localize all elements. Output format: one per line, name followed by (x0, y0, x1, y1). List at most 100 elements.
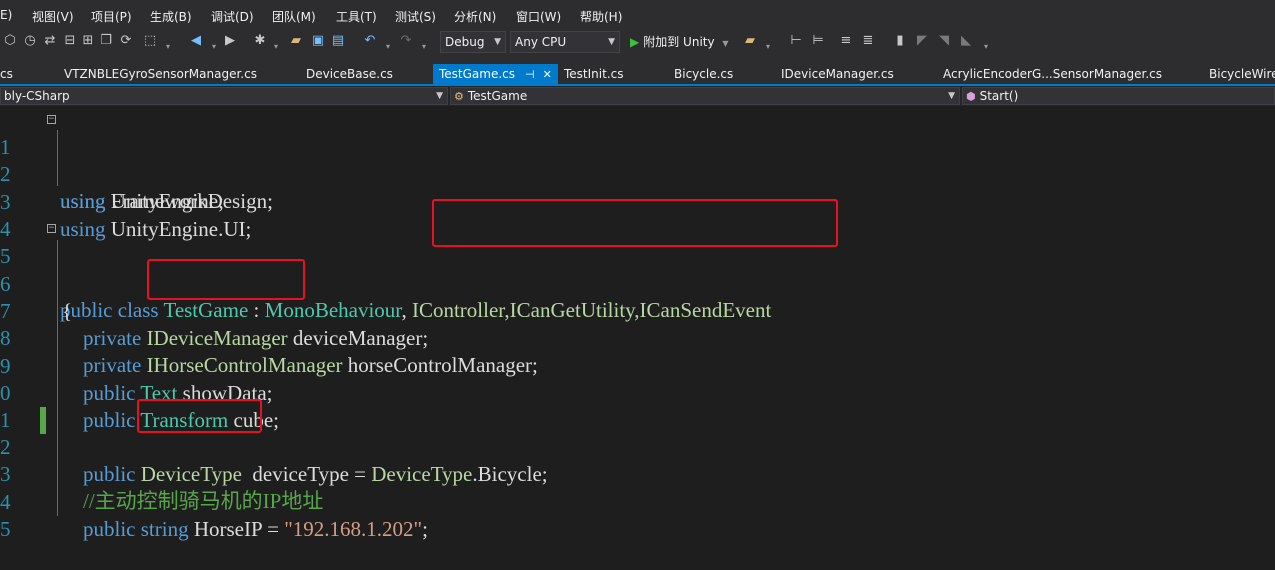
chevron-down-icon[interactable]: ▾ (206, 39, 222, 55)
menu-tools[interactable]: 工具(T) (336, 8, 377, 25)
new-item-icon[interactable]: ✱ (252, 33, 268, 49)
method-icon: ⬢ (966, 90, 976, 103)
chevron-down-icon[interactable]: ▾ (160, 39, 176, 55)
tab-active-label: TestGame.cs (439, 67, 516, 81)
chevron-down-icon: ▼ (722, 39, 729, 48)
tab-file[interactable]: DeviceBase.cs (306, 64, 393, 84)
menu-bar: E) 视图(V) 项目(P) 生成(B) 调试(D) 团队(M) 工具(T) 测… (0, 0, 1275, 30)
tab-file[interactable]: cs (0, 64, 13, 84)
menu-analyze[interactable]: 分析(N) (454, 8, 496, 25)
class-dropdown[interactable]: ⚙ TestGame ▼ (450, 87, 960, 105)
tab-active[interactable]: TestGame.cs ⊣ ✕ (433, 64, 558, 84)
chevron-down-icon[interactable]: ▾ (978, 39, 994, 55)
code-line: 1 − using UnityEngine; (0, 107, 1275, 214)
history-icon[interactable]: ◷ (22, 33, 38, 49)
document-tabs: cs VTZNBLEGyroSensorManager.cs DeviceBas… (0, 64, 1275, 84)
clear-bookmarks-icon[interactable]: ◣ (958, 33, 974, 49)
class-view-icon[interactable]: ⊢ (788, 33, 804, 49)
select-icon[interactable]: ⬚ (142, 33, 158, 49)
attach-label: 附加到 Unity (643, 35, 715, 49)
code-line: 3 using UnityEngine.UI; (0, 162, 1275, 241)
switch-icon[interactable]: ⇄ (42, 33, 58, 49)
keyword: string (140, 517, 189, 541)
project-label: bly-CSharp (4, 89, 70, 103)
next-bookmark-icon[interactable]: ◥ (936, 33, 952, 49)
chevron-down-icon[interactable]: ▾ (760, 39, 776, 55)
chevron-down-icon[interactable]: ▾ (416, 39, 432, 55)
class-label: TestGame (467, 89, 528, 103)
code-line: 0 public Transform cube; (0, 353, 1275, 432)
line-number: 5 (0, 517, 11, 541)
code-line: 5 (0, 489, 1275, 541)
commit-icon[interactable]: ⊞ (80, 33, 96, 49)
configuration-select[interactable]: Debug ▼ (440, 31, 506, 53)
highlight-box-idevicemanager (147, 259, 305, 300)
save-all-icon[interactable]: ▤ (330, 33, 346, 49)
menu-team[interactable]: 团队(M) (272, 8, 316, 25)
pin-icon[interactable]: ⊣ (525, 68, 535, 81)
close-icon[interactable]: ✕ (543, 68, 552, 81)
code-line: 8 private IHorseControlManager horseCont… (0, 298, 1275, 377)
punctuation: ; (422, 517, 428, 541)
project-dropdown[interactable]: bly-CSharp ▼ (0, 87, 448, 105)
string-literal: "192.168.1.202" (284, 517, 423, 541)
play-icon: ▶ (630, 35, 640, 49)
chevron-down-icon[interactable]: ▾ (380, 39, 396, 55)
previous-bookmark-icon[interactable]: ◤ (914, 33, 930, 49)
refresh-folder-icon[interactable]: ⟳ (118, 33, 134, 49)
structure-icon[interactable]: ⊨ (810, 33, 826, 49)
platform-select[interactable]: Any CPU ▼ (510, 31, 620, 53)
menu-help[interactable]: 帮助(H) (580, 8, 622, 25)
code-line: 2 using FrameworkDesign; (0, 134, 1275, 213)
tab-file[interactable]: Bicycle.cs (674, 64, 733, 84)
highlight-box-interfaces (432, 199, 838, 247)
collapse-icon[interactable]: − (47, 224, 56, 233)
code-line: 3 //主动控制骑马机的IP地址 (0, 434, 1275, 513)
code-line: 9 public Text showData; (0, 326, 1275, 405)
navigation-bar: bly-CSharp ▼ ⚙ TestGame ▼ ⬢ Start() (0, 86, 1275, 106)
split-icon[interactable]: ⊟ (62, 33, 78, 49)
open-folder-icon[interactable]: ▰ (288, 33, 304, 49)
menu-debug[interactable]: 调试(D) (211, 8, 254, 25)
save-icon[interactable]: ▣ (310, 33, 326, 49)
find-in-files-icon[interactable]: ▰ (742, 33, 758, 49)
attach-to-unity-button[interactable]: ▶ 附加到 Unity ▼ (630, 33, 729, 50)
menu-edit[interactable]: E) (0, 8, 12, 22)
chevron-down-icon: ▼ (948, 91, 955, 101)
collapse-icon[interactable]: − (47, 115, 56, 124)
menu-test[interactable]: 测试(S) (395, 8, 436, 25)
member-label: Start() (979, 89, 1019, 103)
redo-icon[interactable]: ↷ (398, 33, 414, 49)
identifier: HorseIP = (193, 517, 285, 541)
chevron-down-icon: ▼ (436, 91, 443, 101)
menu-window[interactable]: 窗口(W) (516, 8, 561, 25)
undo-icon[interactable]: ↶ (362, 33, 378, 49)
tab-file[interactable]: BicycleWire (1209, 64, 1275, 84)
configuration-value: Debug (445, 35, 485, 49)
code-line: 4 public string HorseIP = "192.168.1.202… (0, 462, 1275, 541)
toolbar: ⬡ ◷ ⇄ ⊟ ⊞ ❐ ⟳ ⬚ ▾ ◀ ▾ ▶ ✱ ▾ ▰ ▣ ▤ ↶ ▾ ↷ … (0, 30, 1275, 64)
keyword: public (83, 517, 136, 541)
chevron-down-icon[interactable]: ▾ (268, 39, 284, 55)
code-editor[interactable]: 1 − using UnityEngine; 2 using Framework… (0, 106, 1275, 541)
tab-file[interactable]: AcrylicEncoderG...SensorManager.cs (943, 64, 1162, 84)
tag-icon[interactable]: ⬡ (2, 33, 18, 49)
copy-icon[interactable]: ❐ (98, 33, 114, 49)
class-icon: ⚙ (454, 90, 464, 103)
forward-icon[interactable]: ▶ (222, 33, 238, 49)
back-icon[interactable]: ◀ (188, 33, 204, 49)
uncomment-icon[interactable]: ≣ (860, 33, 876, 49)
tab-file[interactable]: VTZNBLEGyroSensorManager.cs (64, 64, 257, 84)
tab-file[interactable]: TestInit.cs (564, 64, 623, 84)
chevron-down-icon: ▼ (494, 37, 501, 47)
highlight-box-devicetype (137, 399, 262, 433)
comment-icon[interactable]: ≡ (838, 33, 854, 49)
bookmark-icon[interactable]: ▮ (892, 33, 908, 49)
menu-project[interactable]: 项目(P) (91, 8, 132, 25)
member-dropdown[interactable]: ⬢ Start() (962, 87, 1275, 105)
chevron-down-icon: ▼ (608, 37, 615, 47)
menu-build[interactable]: 生成(B) (150, 8, 192, 25)
menu-view[interactable]: 视图(V) (32, 8, 74, 25)
platform-value: Any CPU (515, 35, 567, 49)
tab-file[interactable]: IDeviceManager.cs (781, 64, 894, 84)
